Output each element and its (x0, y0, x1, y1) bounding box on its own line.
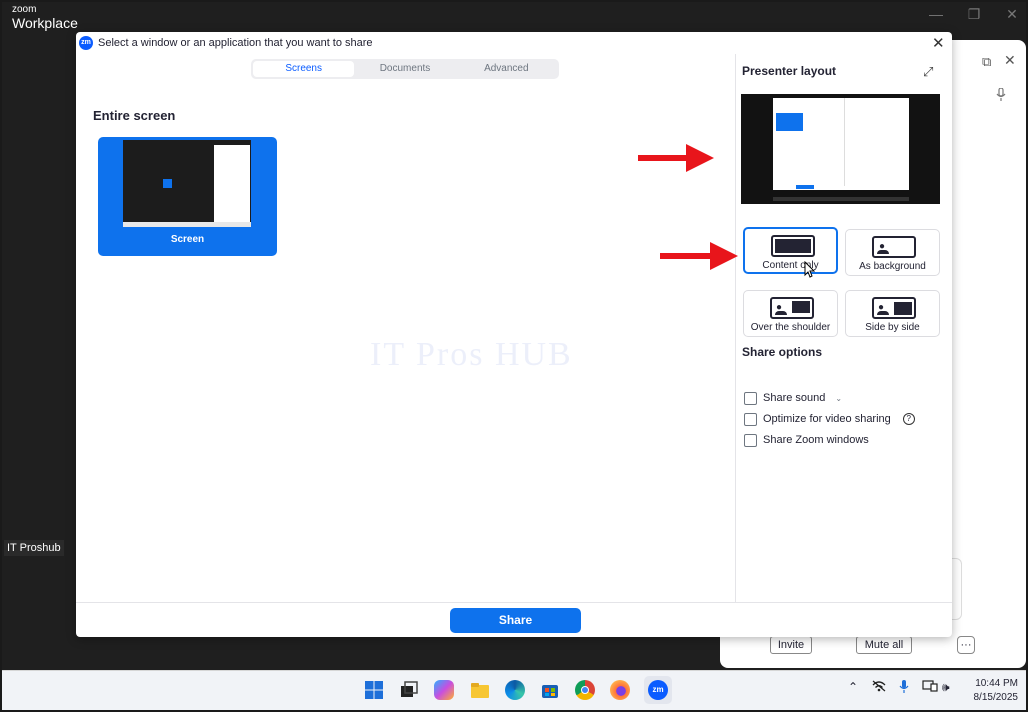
system-clock[interactable]: 10:44 PM 8/15/2025 (968, 677, 1019, 705)
dialog-close-icon[interactable]: ✕ (932, 34, 945, 52)
dialog-titlebar: zm Select a window or an application tha… (76, 32, 952, 54)
show-hidden-icons-chevron-up-icon[interactable]: ⌃ (848, 680, 858, 694)
thumbnail-avatar (163, 179, 172, 188)
display-icon[interactable] (922, 680, 938, 695)
share-tabs: Screens Documents Advanced (251, 59, 559, 79)
tray-microphone-icon[interactable] (899, 680, 909, 697)
preview-tile (776, 113, 803, 131)
clock-date: 8/15/2025 (973, 692, 1019, 703)
chevron-down-icon[interactable]: ⌄ (835, 394, 842, 403)
screenshot-frame: zoom Workplace — ❐ ✕ IT Proshub ⧉ ✕ Invi… (0, 0, 1028, 712)
mouse-cursor-icon (804, 261, 815, 278)
tab-documents[interactable]: Documents (354, 61, 455, 77)
tab-advanced[interactable]: Advanced (456, 61, 557, 77)
expand-icon[interactable]: ⤢ (923, 64, 933, 80)
windows-taskbar: zm ⌃ 🕪 10:44 PM 8/15/2025 (2, 670, 1026, 710)
share-options-title: Share options (742, 345, 823, 359)
edge-browser-icon[interactable] (505, 680, 525, 700)
firefox-browser-icon[interactable] (610, 680, 630, 700)
presenter-layout-title: Presenter layout (742, 64, 837, 78)
panel-close-icon[interactable]: ✕ (1004, 52, 1016, 69)
zoom-logo: zoom Workplace (12, 4, 78, 32)
layout-label: As background (859, 261, 926, 272)
invite-button[interactable]: Invite (770, 636, 812, 654)
share-sound-label: Share sound (763, 392, 826, 404)
windows-start-icon[interactable] (364, 680, 384, 700)
layout-over-the-shoulder[interactable]: ● Over the shoulder (743, 290, 838, 337)
share-sound-option: Share sound ⌄ (744, 390, 842, 406)
as-background-icon: ● (872, 236, 916, 258)
screen-share-option[interactable]: Screen (98, 137, 277, 256)
participant-name-tag: IT Proshub (4, 540, 64, 556)
layout-side-by-side[interactable]: ● Side by side (845, 290, 940, 337)
share-zoom-windows-label: Share Zoom windows (763, 434, 869, 446)
entire-screen-heading: Entire screen (93, 108, 176, 123)
file-explorer-icon[interactable] (470, 680, 490, 700)
help-icon[interactable]: ? (902, 413, 915, 425)
share-button[interactable]: Share (450, 608, 581, 633)
network-icon[interactable] (872, 680, 886, 695)
layout-content-only[interactable]: Content only (743, 227, 838, 274)
layout-label: Content only (762, 260, 819, 271)
layout-label: Over the shoulder (750, 322, 831, 333)
chrome-browser-icon[interactable] (575, 680, 595, 700)
over-the-shoulder-icon: ● (770, 297, 814, 319)
preview-sidebar (844, 98, 878, 186)
dialog-title: Select a window or an application that y… (98, 37, 373, 49)
dialog-footer: Share (76, 602, 952, 637)
preview-taskbar (773, 197, 909, 201)
optimize-video-checkbox[interactable] (744, 412, 757, 426)
zoom-taskbar-icon[interactable]: zm (644, 676, 672, 704)
preview-button (796, 185, 814, 189)
copilot-icon[interactable] (434, 680, 454, 700)
thumbnail-toolbar (123, 222, 251, 227)
screen-thumbnail (123, 140, 251, 227)
minimize-icon[interactable]: — (928, 6, 944, 23)
window-controls: — ❐ ✕ (928, 6, 1020, 23)
clock-time: 10:44 PM (975, 678, 1018, 689)
share-zoom-windows-option: Share Zoom windows (744, 432, 869, 448)
presenter-layout-pane: Presenter layout ⤢ Content only ● As bac… (735, 54, 952, 602)
share-zoom-windows-checkbox[interactable] (744, 433, 757, 447)
restore-icon[interactable]: ❐ (966, 6, 982, 23)
zoom-app-icon: zm (79, 36, 93, 50)
preview-window (773, 98, 909, 190)
share-sound-checkbox[interactable] (744, 391, 757, 405)
optimize-video-label: Optimize for video sharing (763, 413, 891, 425)
more-options-button[interactable]: ··· (957, 636, 975, 654)
tab-screens[interactable]: Screens (253, 61, 355, 77)
screen-option-label: Screen (170, 234, 205, 245)
thumbnail-panel (214, 145, 250, 224)
task-view-icon[interactable] (399, 680, 419, 700)
pop-out-icon[interactable]: ⧉ (982, 54, 991, 70)
layout-as-background[interactable]: ● As background (845, 229, 940, 276)
speaker-icon[interactable]: 🕪 (942, 680, 950, 695)
watermark: IT Pros HUB (370, 336, 573, 373)
layout-preview (741, 94, 940, 204)
share-screen-dialog: zm Select a window or an application tha… (76, 32, 952, 637)
mute-all-button[interactable]: Mute all (856, 636, 912, 654)
annotation-arrow-preview (638, 144, 714, 172)
zoom-logo-workplace: Workplace (12, 15, 78, 31)
microphone-icon (996, 87, 1006, 105)
layout-label: Side by side (865, 322, 920, 333)
microsoft-store-icon[interactable] (540, 680, 560, 700)
side-by-side-icon: ● (872, 297, 916, 319)
annotation-arrow-content-only (660, 242, 738, 270)
content-only-icon (771, 235, 815, 257)
close-icon[interactable]: ✕ (1004, 6, 1020, 23)
optimize-video-option: Optimize for video sharing ? (744, 411, 915, 427)
zoom-logo-small: zoom (12, 4, 37, 15)
